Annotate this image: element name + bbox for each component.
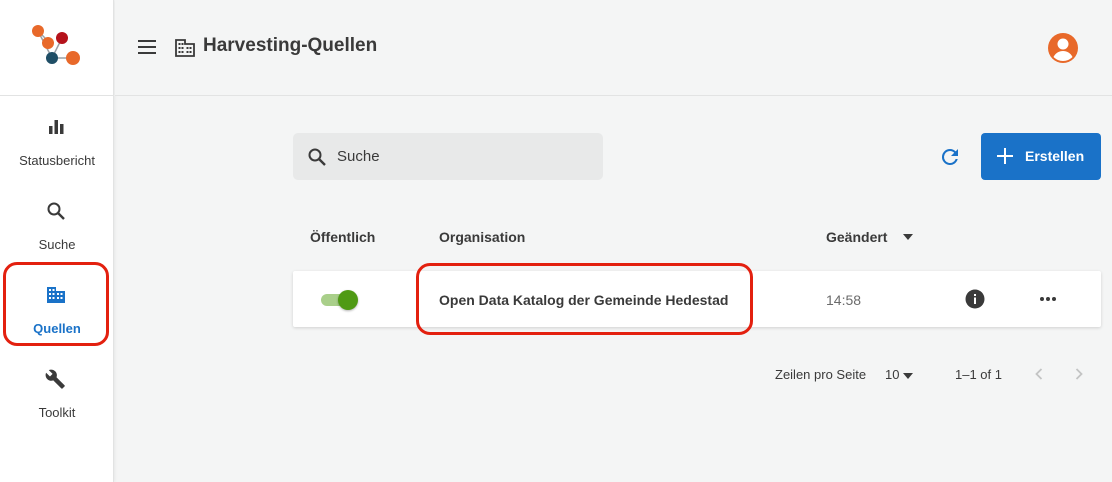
toggle-knob bbox=[338, 290, 358, 310]
highlight-annotation bbox=[416, 263, 753, 335]
search-icon bbox=[308, 148, 326, 166]
app-header: Harvesting-Quellen bbox=[115, 0, 1112, 96]
search-box[interactable] bbox=[293, 133, 603, 180]
rows-per-page-label: Zeilen pro Seite bbox=[775, 367, 867, 382]
sidebar-item-label: Toolkit bbox=[38, 405, 76, 420]
rows-per-page-select[interactable]: 10 bbox=[883, 365, 919, 385]
pagination-range: 1–1 of 1 bbox=[955, 367, 1002, 382]
chevron-right-icon[interactable] bbox=[1071, 366, 1087, 382]
bar-chart-icon bbox=[49, 120, 64, 134]
network-logo-icon bbox=[32, 25, 80, 65]
search-icon bbox=[47, 202, 65, 220]
chevron-down-icon bbox=[903, 373, 913, 379]
more-horizontal-icon[interactable] bbox=[1039, 295, 1057, 303]
hamburger-icon[interactable] bbox=[137, 38, 157, 56]
changed-time: 14:58 bbox=[826, 292, 862, 308]
sidebar-item-label: Statusbericht bbox=[19, 153, 95, 168]
wrench-icon bbox=[45, 369, 65, 389]
create-button[interactable]: Erstellen bbox=[981, 133, 1101, 180]
column-header-changed[interactable]: Geändert bbox=[826, 229, 887, 245]
app-logo[interactable] bbox=[0, 0, 114, 96]
chevron-left-icon[interactable] bbox=[1031, 366, 1047, 382]
search-input[interactable] bbox=[337, 133, 587, 180]
sidebar-item-statusbericht[interactable]: Statusbericht bbox=[0, 100, 114, 180]
sidebar: Statusbericht Suche Quellen Toolkit bbox=[0, 0, 114, 482]
sidebar-item-toolkit[interactable]: Toolkit bbox=[0, 352, 114, 432]
create-button-label: Erstellen bbox=[1025, 148, 1085, 164]
column-header-organisation: Organisation bbox=[439, 229, 526, 245]
column-header-public: Öffentlich bbox=[310, 229, 376, 245]
rows-per-page-value: 10 bbox=[885, 367, 900, 382]
sidebar-item-label: Suche bbox=[38, 237, 76, 252]
page-title: Harvesting-Quellen bbox=[203, 35, 378, 56]
highlight-annotation bbox=[3, 262, 109, 346]
public-toggle[interactable] bbox=[321, 290, 359, 310]
account-circle-icon[interactable] bbox=[1047, 32, 1079, 64]
building-icon bbox=[175, 39, 195, 57]
plus-icon bbox=[997, 148, 1013, 164]
info-icon[interactable] bbox=[965, 289, 985, 309]
sidebar-item-suche[interactable]: Suche bbox=[0, 184, 114, 264]
sort-down-icon[interactable] bbox=[903, 234, 913, 240]
refresh-icon[interactable] bbox=[938, 145, 962, 169]
